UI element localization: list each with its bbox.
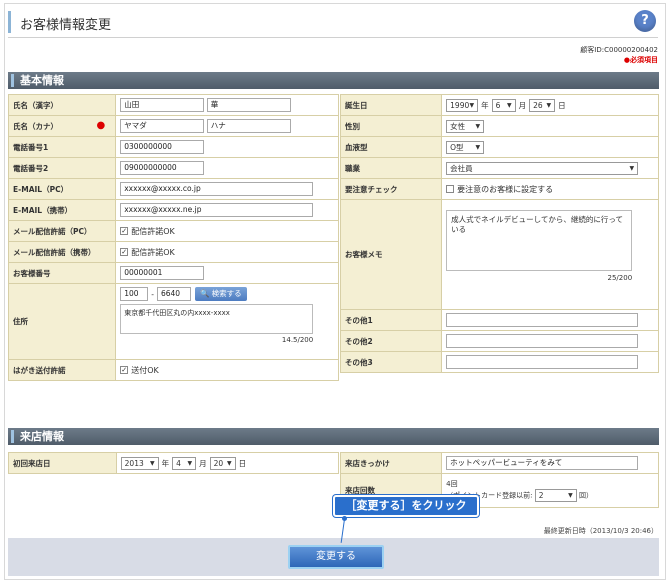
other3-input[interactable] <box>446 355 639 369</box>
count-value: 4回 <box>446 480 458 488</box>
other2-label: その他2 <box>339 330 443 352</box>
mail-pc-option: 配信許諾OK <box>131 226 175 236</box>
search-icon: 🔍 <box>199 289 210 298</box>
chevron-down-icon: ▼ <box>150 459 155 467</box>
last-name-input[interactable]: 山田 <box>120 98 205 112</box>
attention-label: 要注意チェック <box>339 178 443 200</box>
title-divider <box>8 37 658 38</box>
email-mobile-label: E-MAIL（携帯） <box>7 199 117 221</box>
chevron-down-icon: ▼ <box>469 101 475 109</box>
phone2-input[interactable]: 09000000000 <box>120 161 205 175</box>
title-accent <box>8 11 11 33</box>
chevron-down-icon: ▼ <box>568 492 573 499</box>
zip-dash: - <box>151 289 154 299</box>
memo-label: お客様メモ <box>339 199 443 310</box>
other2-input[interactable] <box>446 334 639 348</box>
birth-year-select[interactable]: 1990 ▼ <box>446 98 479 112</box>
visit-left-table: 初回来店日 2013 ▼ 年 4 ▼ 月 20 ▼ 日 <box>8 452 340 474</box>
customer-id: 顧客ID:C00000200402 <box>580 46 658 54</box>
attention-checkbox[interactable] <box>446 185 455 193</box>
attention-option: 要注意のお客様に設定する <box>457 184 554 194</box>
mail-mobile-checkbox[interactable]: ✓ <box>120 248 129 256</box>
other1-label: その他1 <box>339 309 443 331</box>
address-input[interactable]: 東京都千代田区丸の内xxxx-xxxx <box>120 304 314 334</box>
memo-counter: 25/200 <box>607 274 633 282</box>
postcard-option: 送付OK <box>131 365 159 375</box>
chevron-down-icon: ▼ <box>187 459 193 467</box>
basic-right-table: 誕生日 1990 ▼ 年 6 ▼ 月 26 ▼ 日 性別 女性 ▼ 血液型 O型 ▼ 職業 会社員 ▼… <box>339 94 659 373</box>
row-name-kanji: 氏名（漢字） 山田 華 <box>7 94 339 116</box>
pre-count-select[interactable]: 2 ▼ <box>534 489 577 502</box>
customer-no-label: お客様番号 <box>7 262 117 284</box>
chevron-down-icon: ▼ <box>546 101 552 109</box>
zip-search-label: 検索する <box>211 289 242 298</box>
zip2-input[interactable]: 6640 <box>156 287 191 301</box>
gender-select[interactable]: 女性 ▼ <box>446 119 485 133</box>
instruction-callout: ［変更する］をクリック <box>333 495 479 517</box>
birthday-label: 誕生日 <box>339 94 443 116</box>
first-visit-label: 初回来店日 <box>8 452 117 474</box>
count-pre-suffix: 回） <box>578 491 593 500</box>
first-kana-input[interactable]: ハナ <box>206 119 291 133</box>
mail-mobile-option: 配信許諾OK <box>131 247 175 257</box>
email-mobile-input[interactable]: xxxxxx@xxxxx.ne.jp <box>120 203 314 217</box>
first-name-input[interactable]: 華 <box>206 98 291 112</box>
question-icon[interactable]: ? <box>634 10 656 32</box>
customer-no-input[interactable]: 00000001 <box>120 266 205 280</box>
chevron-down-icon: ▼ <box>475 143 481 151</box>
visit-month-select[interactable]: 4 ▼ <box>172 456 197 470</box>
chevron-down-icon: ▼ <box>629 164 635 172</box>
chevron-down-icon: ▼ <box>507 101 512 109</box>
zip1-input[interactable]: 100 <box>120 287 149 301</box>
required-note: ●必須項目 <box>623 56 658 64</box>
birth-day-select[interactable]: 26 ▼ <box>529 98 556 112</box>
other3-label: その他3 <box>339 351 443 373</box>
gender-label: 性別 <box>339 115 443 137</box>
section-visit: 来店情報 <box>8 428 659 445</box>
phone1-input[interactable]: 0300000000 <box>120 140 205 154</box>
basic-left-table: 氏名（漢字） 山田 華 氏名（カナ） ● ヤマダ ハナ 電話番号1 0300000… <box>7 94 339 381</box>
address-label: 住所 <box>7 283 117 360</box>
action-bar: 変更する <box>8 538 659 576</box>
visit-day-select[interactable]: 20 ▼ <box>209 456 236 470</box>
zip-search-button[interactable]: 🔍 検索する <box>194 287 247 301</box>
phone2-label: 電話番号2 <box>7 157 117 179</box>
last-kana-input[interactable]: ヤマダ <box>120 119 205 133</box>
blood-select[interactable]: O型 ▼ <box>446 140 485 154</box>
name-kana-label: 氏名（カナ） <box>13 121 58 131</box>
trigger-input[interactable]: ホットペッパービューティをみて <box>446 456 639 470</box>
visit-year-select[interactable]: 2013 ▼ <box>120 456 159 470</box>
chevron-down-icon: ▼ <box>475 122 481 130</box>
meta-info: 顧客ID:C00000200402 ●必須項目 <box>580 45 658 65</box>
trigger-label: 来店きっかけ <box>339 452 443 474</box>
blood-label: 血液型 <box>339 136 443 158</box>
page-title: お客様情報変更 <box>20 18 112 33</box>
row-name-kana: 氏名（カナ） ● ヤマダ ハナ <box>7 115 339 137</box>
title-bar: お客様情報変更 ? <box>8 10 658 34</box>
address-counter: 14.5/200 <box>281 336 314 344</box>
section-basic: 基本情報 <box>8 72 659 89</box>
memo-textarea[interactable]: 成人式でネイルデビューしてから、継続的に行っている <box>446 210 633 271</box>
other1-input[interactable] <box>446 313 639 327</box>
name-kanji-label: 氏名（漢字） <box>7 94 117 116</box>
birth-month-select[interactable]: 6 ▼ <box>491 98 516 112</box>
email-pc-label: E-MAIL（PC） <box>7 178 117 200</box>
phone1-label: 電話番号1 <box>7 136 117 158</box>
required-dot: ● <box>96 119 106 131</box>
job-label: 職業 <box>339 157 443 179</box>
mail-pc-checkbox[interactable]: ✓ <box>120 227 129 235</box>
postcard-label: はがき送付許諾 <box>7 359 117 381</box>
job-select[interactable]: 会社員 ▼ <box>446 161 639 175</box>
mail-mobile-label: メール配信許諾（携帯） <box>7 241 117 263</box>
email-pc-input[interactable]: xxxxxx@xxxxx.co.jp <box>120 182 314 196</box>
mail-pc-label: メール配信許諾（PC） <box>7 220 117 242</box>
chevron-down-icon: ▼ <box>227 459 232 467</box>
change-button[interactable]: 変更する <box>288 545 384 569</box>
postcard-checkbox[interactable]: ✓ <box>120 366 129 374</box>
last-updated: 最終更新日時（2013/10/3 20:46） <box>543 527 658 535</box>
